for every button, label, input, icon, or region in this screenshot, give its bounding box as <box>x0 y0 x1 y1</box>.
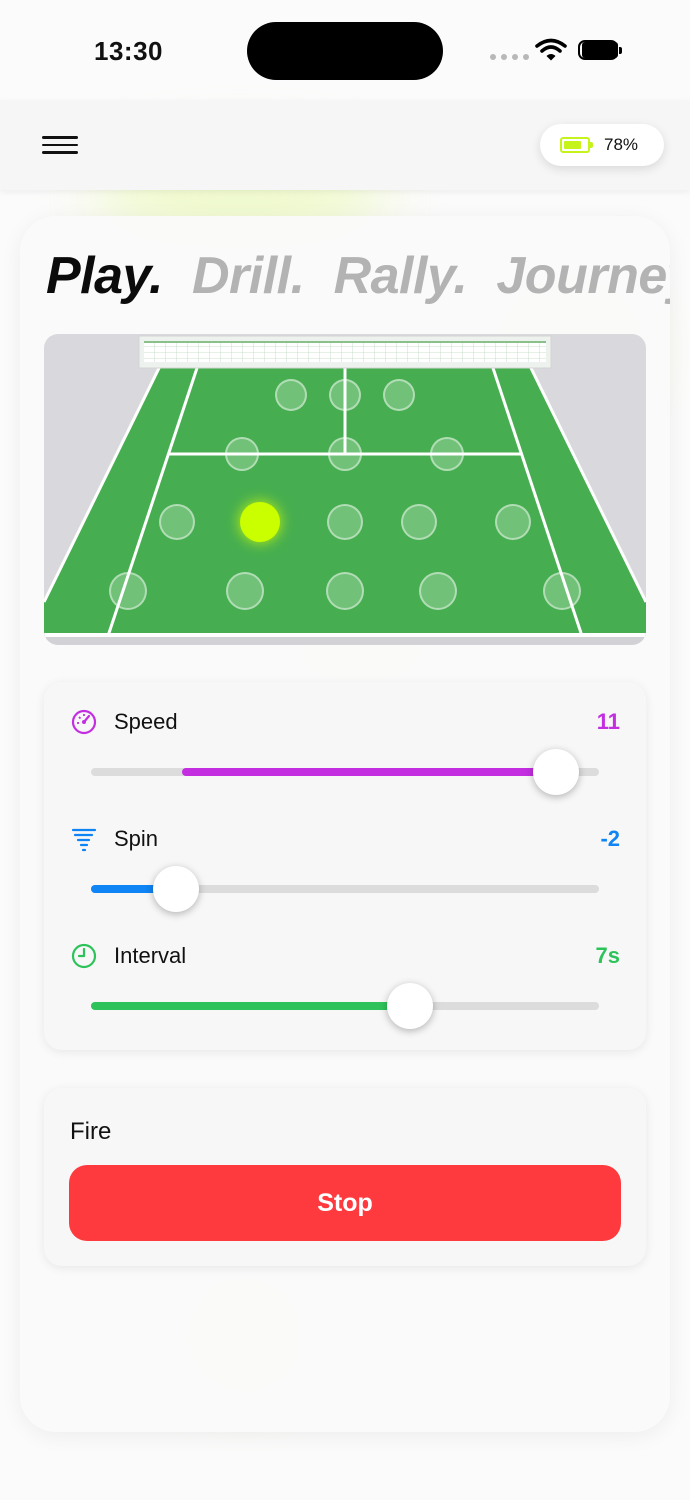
spin-value: -2 <box>600 826 620 851</box>
speed-slider-fill <box>182 768 556 776</box>
court-target[interactable] <box>495 504 531 540</box>
court-target[interactable] <box>329 379 361 411</box>
mode-tabs: Play. Drill. Rally. Journey <box>46 246 670 306</box>
court-target[interactable] <box>109 572 147 610</box>
interval-slider-thumb[interactable] <box>386 983 433 1029</box>
interval-value: 7s <box>595 943 620 968</box>
phone-battery-icon <box>578 40 622 60</box>
spin-setting: Spin -2 <box>70 825 620 915</box>
cellular-signal-icon <box>490 54 529 60</box>
status-time: 13:30 <box>94 36 163 66</box>
interval-slider[interactable] <box>91 983 599 1029</box>
net-mesh <box>144 342 546 362</box>
court-target-selected[interactable] <box>240 502 280 542</box>
court-target[interactable] <box>430 437 464 471</box>
tornado-icon <box>71 828 97 852</box>
tennis-court <box>44 334 646 645</box>
speed-label: Speed <box>114 709 178 734</box>
tab-rally[interactable]: Rally. <box>334 246 468 306</box>
speedometer-icon <box>71 709 97 735</box>
spin-slider-thumb[interactable] <box>152 866 199 912</box>
speed-slider[interactable] <box>91 749 599 795</box>
fire-title: Fire <box>70 1118 112 1145</box>
dynamic-island <box>247 22 443 80</box>
stop-button[interactable]: Stop <box>69 1165 621 1241</box>
battery-icon <box>560 137 593 153</box>
speed-value: 11 <box>596 709 620 734</box>
court-target[interactable] <box>401 504 437 540</box>
court-target[interactable] <box>383 379 415 411</box>
tab-drill[interactable]: Drill. <box>192 246 305 306</box>
spin-label: Spin <box>114 826 159 851</box>
court-target[interactable] <box>419 572 457 610</box>
interval-setting: Interval 7s <box>70 942 620 1032</box>
court-target[interactable] <box>543 572 581 610</box>
main-card: Play. Drill. Rally. Journey <box>20 216 670 1432</box>
clock-icon <box>71 943 97 969</box>
spin-slider[interactable] <box>91 866 599 912</box>
wifi-icon <box>535 38 567 61</box>
court-target[interactable] <box>275 379 307 411</box>
court-target[interactable] <box>225 437 259 471</box>
speed-setting: Speed 11 <box>70 708 620 798</box>
fire-panel: Fire Stop <box>44 1088 646 1266</box>
court-target[interactable] <box>326 572 364 610</box>
app-header: 78% <box>0 100 690 190</box>
settings-panel: Speed 11 Spin -2 Interval 7s <box>44 682 646 1050</box>
court-target[interactable] <box>328 437 362 471</box>
machine-battery-indicator: 78% <box>540 124 664 166</box>
tab-journey[interactable]: Journey <box>496 246 670 306</box>
court-target[interactable] <box>327 504 363 540</box>
speed-slider-thumb[interactable] <box>532 749 579 795</box>
interval-slider-fill <box>91 1002 410 1010</box>
status-bar: 13:30 <box>0 0 690 100</box>
court-target[interactable] <box>226 572 264 610</box>
hamburger-menu-icon[interactable] <box>42 136 78 156</box>
interval-label: Interval <box>114 943 187 968</box>
battery-percentage: 78% <box>604 135 639 154</box>
court-target[interactable] <box>159 504 195 540</box>
tab-play[interactable]: Play. <box>46 246 164 306</box>
